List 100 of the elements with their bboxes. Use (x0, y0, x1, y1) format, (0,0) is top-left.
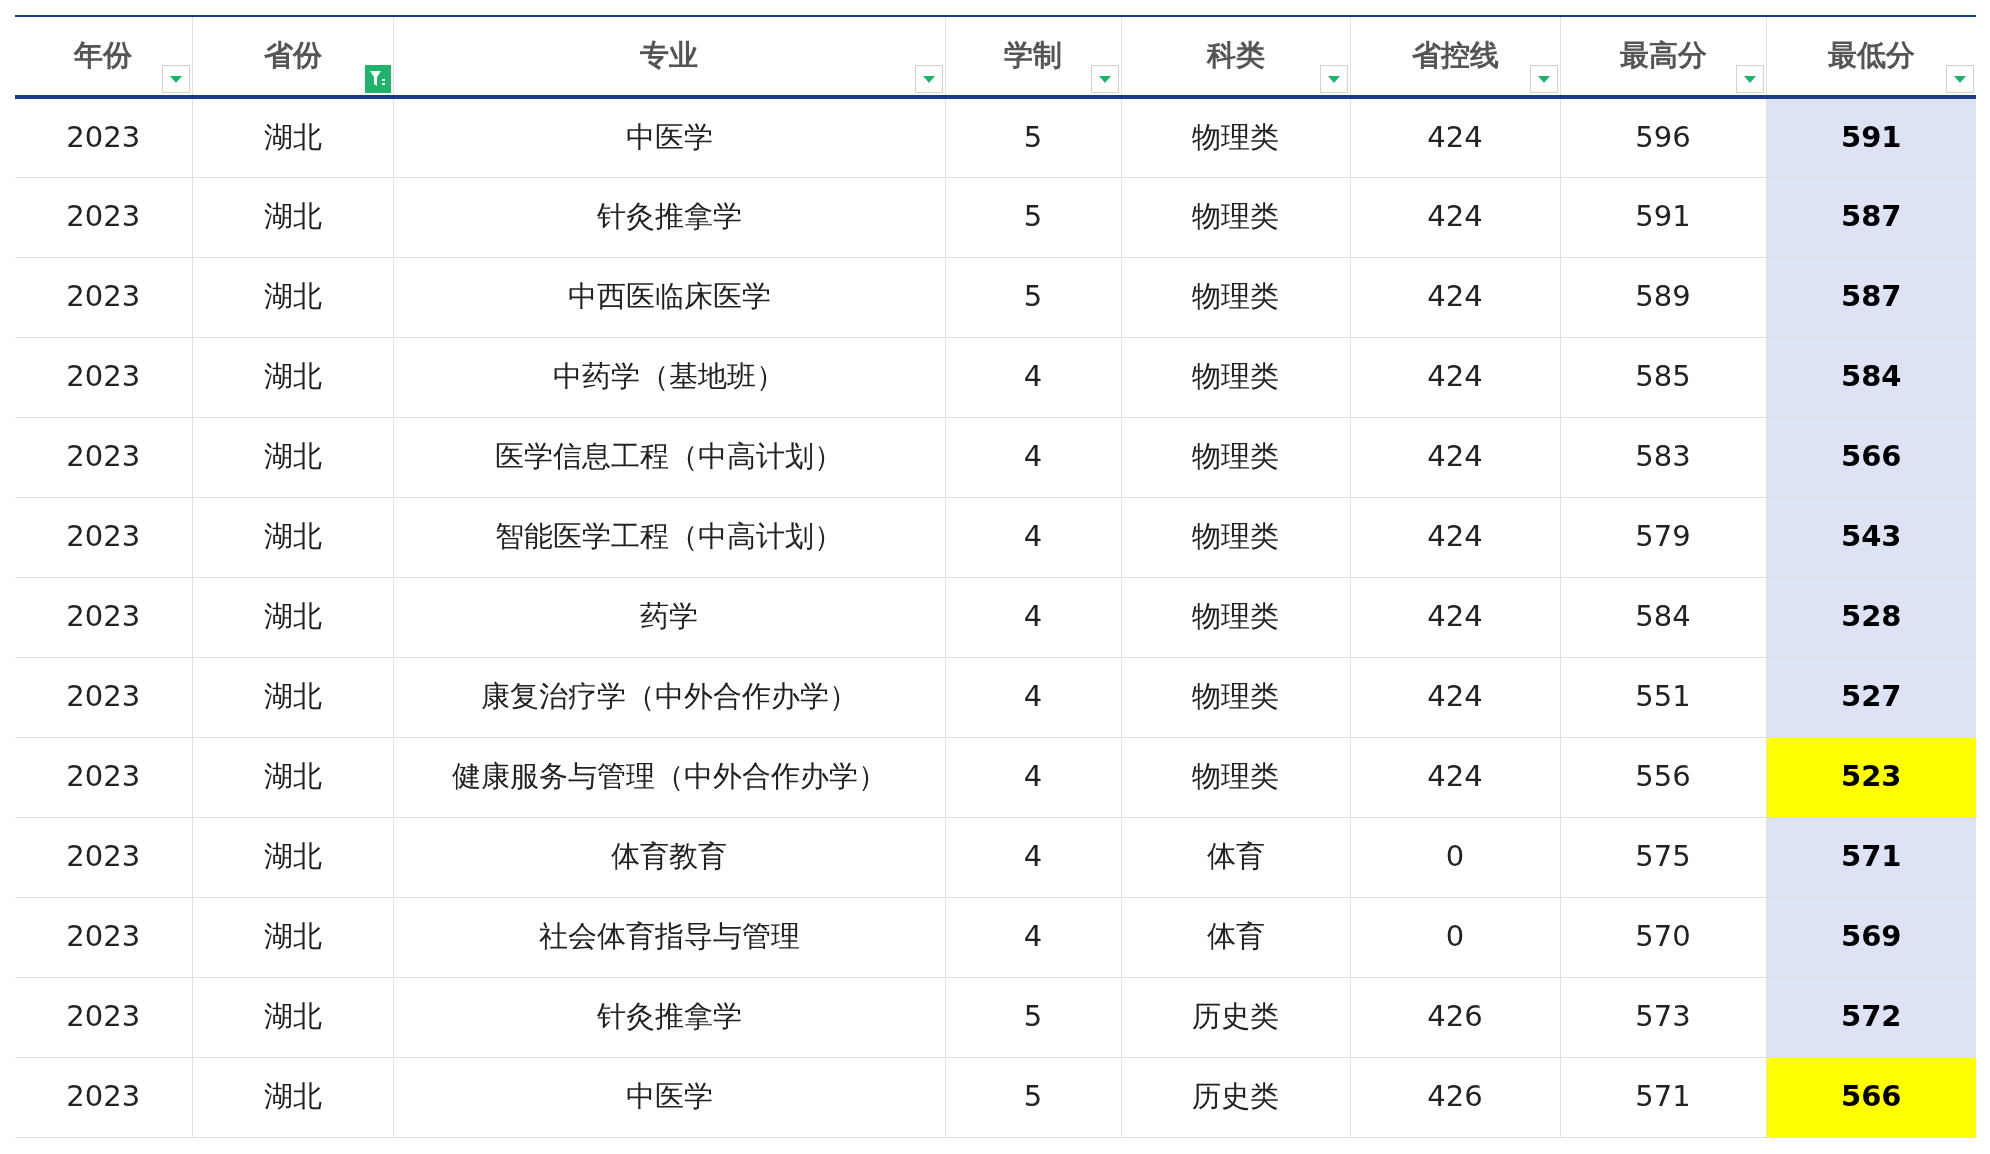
table-cell: 566 (1766, 417, 1976, 497)
table-cell: 426 (1350, 1057, 1560, 1137)
table-cell: 历史类 (1121, 977, 1350, 1057)
table-cell: 物理类 (1121, 497, 1350, 577)
column-header: 专业 (640, 38, 698, 73)
filter-dropdown-icon[interactable] (914, 65, 943, 93)
table-cell: 5 (945, 977, 1121, 1057)
table-cell: 569 (1766, 897, 1976, 977)
table-cell: 湖北 (192, 737, 393, 817)
column-header: 科类 (1206, 38, 1265, 73)
filter-dropdown-icon[interactable] (1946, 65, 1974, 93)
table-cell: 591 (1766, 97, 1976, 177)
table-cell: 物理类 (1121, 337, 1350, 417)
filter-dropdown-icon[interactable] (1529, 65, 1558, 93)
table-cell: 4 (945, 417, 1121, 497)
table-cell: 424 (1350, 337, 1560, 417)
table-cell: 湖北 (192, 257, 393, 337)
table-cell: 523 (1766, 737, 1976, 817)
table-cell: 针灸推拿学 (393, 977, 945, 1057)
table-cell: 4 (945, 657, 1121, 737)
table-cell: 2023 (15, 897, 192, 977)
table-cell: 物理类 (1121, 257, 1350, 337)
table-cell: 湖北 (192, 977, 393, 1057)
column-header: 省份 (263, 38, 322, 73)
table-cell: 571 (1766, 817, 1976, 897)
table-cell: 424 (1350, 737, 1560, 817)
table-cell: 湖北 (192, 577, 393, 657)
table-cell: 2023 (15, 497, 192, 577)
table-cell: 4 (945, 817, 1121, 897)
table-cell: 2023 (15, 337, 192, 417)
column-header: 学制 (1004, 38, 1062, 73)
table-cell: 历史类 (1121, 1057, 1350, 1137)
table-cell: 2023 (15, 417, 192, 497)
table-cell: 5 (945, 177, 1121, 257)
table-cell: 2023 (15, 97, 192, 177)
table-cell: 体育 (1121, 897, 1350, 977)
table-cell: 2023 (15, 1057, 192, 1137)
table-cell: 2023 (15, 977, 192, 1057)
table-cell: 0 (1350, 897, 1560, 977)
table-cell: 424 (1350, 257, 1560, 337)
table-cell: 湖北 (192, 97, 393, 177)
table-cell: 中西医临床医学 (393, 257, 945, 337)
table-cell: 424 (1350, 417, 1560, 497)
table-cell: 4 (945, 497, 1121, 577)
filter-dropdown-icon[interactable] (1735, 65, 1764, 93)
table-cell: 智能医学工程（中高计划） (393, 497, 945, 577)
filter-active-icon[interactable] (364, 65, 391, 93)
column-header: 最低分 (1827, 38, 1915, 73)
table-cell: 587 (1766, 177, 1976, 257)
table-cell: 424 (1350, 97, 1560, 177)
table-cell: 湖北 (192, 177, 393, 257)
table-cell: 5 (945, 1057, 1121, 1137)
table-cell: 药学 (393, 577, 945, 657)
table-cell: 424 (1350, 497, 1560, 577)
table-cell: 527 (1766, 657, 1976, 737)
table-cell: 物理类 (1121, 417, 1350, 497)
table-cell: 2023 (15, 657, 192, 737)
filter-dropdown-icon[interactable] (161, 65, 190, 93)
table-cell: 426 (1350, 977, 1560, 1057)
table-cell: 2023 (15, 257, 192, 337)
table-cell: 2023 (15, 177, 192, 257)
table-cell: 中医学 (393, 97, 945, 177)
table-cell: 中医学 (393, 1057, 945, 1137)
table-cell: 4 (945, 577, 1121, 657)
table-cell: 物理类 (1121, 577, 1350, 657)
table-cell: 2023 (15, 817, 192, 897)
table-cell: 湖北 (192, 897, 393, 977)
table-cell: 587 (1766, 257, 1976, 337)
table-cell: 湖北 (192, 657, 393, 737)
table-cell: 2023 (15, 737, 192, 817)
table-cell: 0 (1350, 817, 1560, 897)
table-cell: 医学信息工程（中高计划） (393, 417, 945, 497)
table-cell: 572 (1766, 977, 1976, 1057)
table-cell: 424 (1350, 657, 1560, 737)
filter-dropdown-icon[interactable] (1319, 65, 1348, 93)
table-cell: 湖北 (192, 337, 393, 417)
table-cell: 湖北 (192, 817, 393, 897)
table-cell: 体育 (1121, 817, 1350, 897)
table-cell: 体育教育 (393, 817, 945, 897)
table-cell: 5 (945, 97, 1121, 177)
table-cell: 物理类 (1121, 97, 1350, 177)
table-cell: 湖北 (192, 497, 393, 577)
table-cell: 528 (1766, 577, 1976, 657)
table-cell: 543 (1766, 497, 1976, 577)
table-cell: 健康服务与管理（中外合作办学） (393, 737, 945, 817)
table-cell: 2023 (15, 577, 192, 657)
table-cell: 584 (1766, 337, 1976, 417)
table-cell: 社会体育指导与管理 (393, 897, 945, 977)
table-cell: 针灸推拿学 (393, 177, 945, 257)
filter-dropdown-icon[interactable] (1090, 65, 1119, 93)
column-header: 省控线 (1411, 38, 1499, 73)
table-cell: 566 (1766, 1057, 1976, 1137)
table-cell: 5 (945, 257, 1121, 337)
table-cell: 424 (1350, 177, 1560, 257)
column-header: 年份 (74, 38, 133, 73)
column-header: 最高分 (1619, 38, 1707, 73)
table-cell: 424 (1350, 577, 1560, 657)
table-cell: 中药学（基地班） (393, 337, 945, 417)
table-cell: 4 (945, 897, 1121, 977)
table-cell: 4 (945, 337, 1121, 417)
